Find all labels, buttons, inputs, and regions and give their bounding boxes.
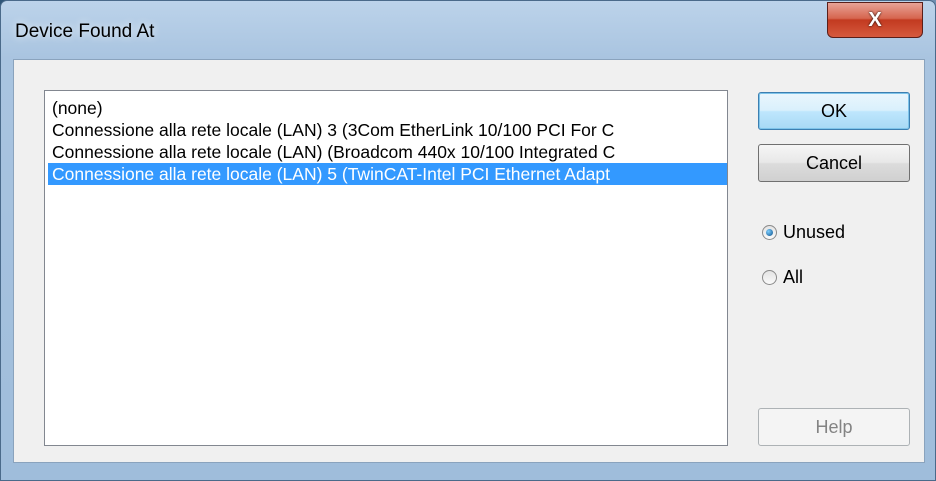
list-item[interactable]: Connessione alla rete locale (LAN) (Broa… bbox=[48, 141, 727, 163]
device-listbox[interactable]: (none) Connessione alla rete locale (LAN… bbox=[44, 90, 728, 446]
radio-unchecked-icon[interactable] bbox=[762, 269, 777, 285]
close-icon: X bbox=[868, 9, 882, 31]
ok-button[interactable]: OK bbox=[758, 92, 910, 130]
device-found-dialog: Device Found At X (none) Connessione all… bbox=[0, 0, 936, 481]
list-item[interactable]: (none) bbox=[48, 97, 727, 119]
radio-all[interactable]: All bbox=[762, 264, 803, 290]
radio-unused[interactable]: Unused bbox=[762, 219, 845, 245]
radio-all-label: All bbox=[783, 266, 804, 287]
radio-checked-icon[interactable] bbox=[762, 224, 777, 240]
close-button[interactable]: X bbox=[827, 2, 923, 38]
list-item[interactable]: Connessione alla rete locale (LAN) 3 (3C… bbox=[48, 119, 727, 141]
title-bar[interactable]: Device Found At X bbox=[1, 1, 935, 59]
window-title: Device Found At bbox=[15, 21, 155, 42]
dialog-client-area: (none) Connessione alla rete locale (LAN… bbox=[13, 59, 925, 463]
cancel-button[interactable]: Cancel bbox=[758, 144, 910, 182]
radio-unused-label: Unused bbox=[783, 221, 846, 242]
list-item-selected[interactable]: Connessione alla rete locale (LAN) 5 (Tw… bbox=[48, 163, 727, 185]
help-button[interactable]: Help bbox=[758, 408, 910, 446]
